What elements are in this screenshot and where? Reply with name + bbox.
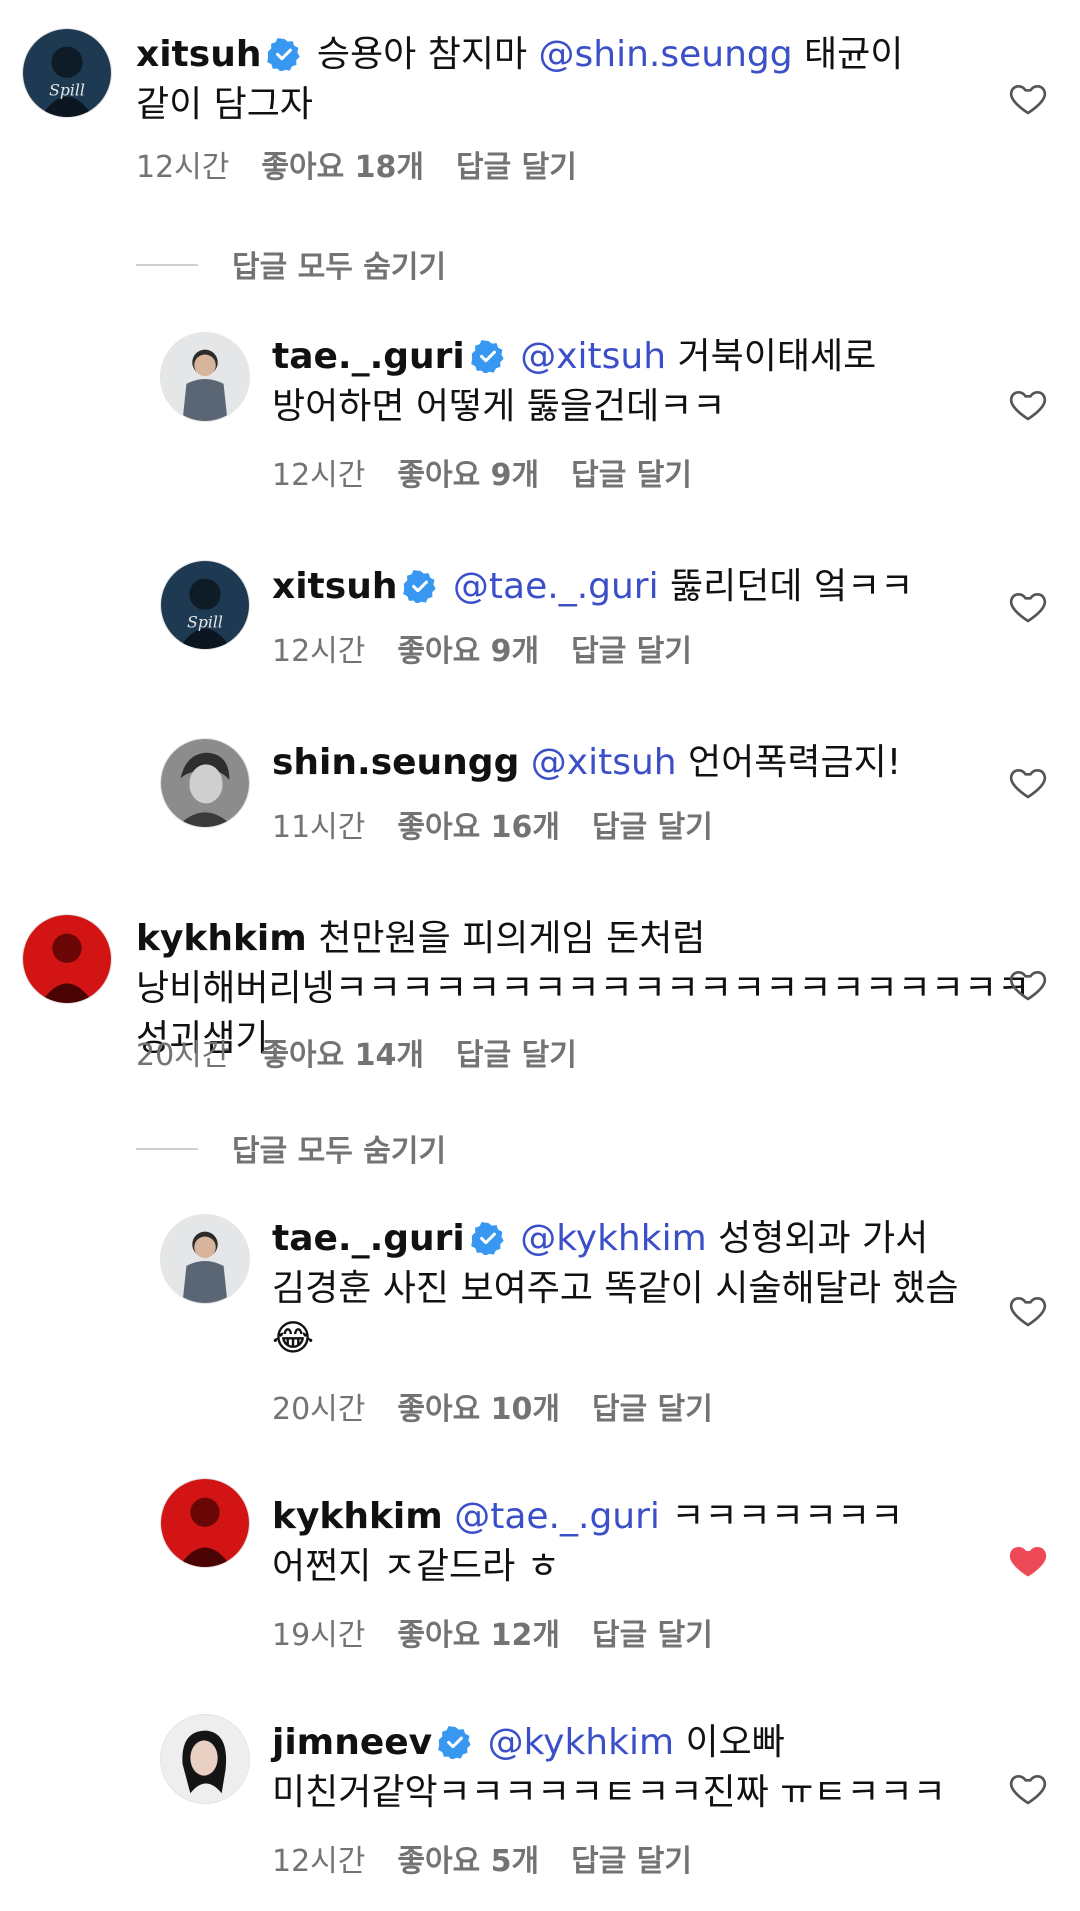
avatar-tae-guri[interactable] [160, 332, 250, 422]
timestamp: 12시간 [136, 150, 230, 185]
reply-button[interactable]: 답글 달기 [456, 1038, 577, 1073]
avatar-image [161, 739, 249, 827]
like-count[interactable]: 좋아요 5개 [397, 1844, 539, 1879]
mention-link[interactable]: @shin.seungg [539, 34, 793, 75]
emoji-laughing-tears: 😂 [272, 1318, 315, 1359]
like-heart-icon[interactable] [1008, 762, 1048, 802]
username[interactable]: jimneev [272, 1722, 432, 1763]
comment-body: xitsuh 승용아 참지마 @shin.seungg 태균이 같이 담그자 [136, 30, 936, 130]
reply-button[interactable]: 답글 달기 [592, 810, 713, 845]
avatar-logo-text: Spill [187, 612, 223, 631]
username[interactable]: tae._.guri [272, 1218, 465, 1259]
avatar-image [161, 333, 249, 421]
comment-meta: 12시간 좋아요 18개 답글 달기 [136, 142, 609, 186]
reply-button[interactable]: 답글 달기 [571, 458, 692, 493]
username[interactable]: kykhkim [136, 918, 307, 959]
reply-button[interactable]: 답글 달기 [571, 1844, 692, 1879]
divider [136, 264, 198, 266]
reply-button[interactable]: 답글 달기 [592, 1618, 713, 1653]
comment-body: tae._.guri @kykhkim 성형외과 가서 김경훈 사진 보여주고 … [272, 1214, 972, 1364]
mention-link[interactable]: @tae._.guri [454, 1496, 660, 1537]
timestamp: 12시간 [272, 634, 366, 669]
comment-body: xitsuh @tae._.guri 뚫리던데 엌ㅋㅋ [272, 562, 972, 612]
comment-text: 승용아 참지마 [316, 34, 539, 75]
reply-button[interactable]: 답글 달기 [456, 150, 577, 185]
verified-badge-icon [470, 337, 505, 375]
liked-heart-icon[interactable] [1008, 1540, 1048, 1580]
like-heart-icon[interactable] [1008, 964, 1048, 1004]
avatar-jimneev[interactable] [160, 1714, 250, 1804]
like-count[interactable]: 좋아요 9개 [397, 458, 539, 493]
username[interactable]: tae._.guri [272, 336, 465, 377]
like-heart-icon[interactable] [1008, 78, 1048, 118]
verified-badge-icon [267, 35, 301, 73]
comment-meta: 12시간 좋아요 9개 답글 달기 [272, 626, 724, 670]
avatar-xitsuh[interactable]: Spill [22, 28, 112, 118]
avatar-kykhkim[interactable] [160, 1478, 250, 1568]
comment-meta: 19시간 좋아요 12개 답글 달기 [272, 1610, 745, 1654]
avatar-image [161, 1215, 249, 1303]
timestamp: 20시간 [272, 1392, 366, 1427]
comment-meta: 20시간 좋아요 14개 답글 달기 [136, 1030, 609, 1074]
avatar-xitsuh[interactable]: Spill [160, 560, 250, 650]
like-count[interactable]: 좋아요 9개 [397, 634, 539, 669]
comment-text: 언어폭력금지! [676, 742, 902, 783]
avatar-image: Spill [23, 29, 111, 117]
mention-link[interactable]: @xitsuh [531, 742, 677, 783]
comment-text: 뚫리던데 엌ㅋㅋ [658, 566, 914, 607]
avatar-image: Spill [161, 561, 249, 649]
hide-replies-label[interactable]: 답글 모두 숨기기 [232, 242, 446, 286]
hide-replies-label[interactable]: 답글 모두 숨기기 [232, 1126, 446, 1170]
avatar-image [161, 1479, 249, 1567]
comment-body: shin.seungg @xitsuh 언어폭력금지! [272, 738, 972, 788]
comment-body: tae._.guri @xitsuh 거북이태세로 방어하면 어떻게 뚫을건데ㅋ… [272, 332, 972, 432]
reply-button[interactable]: 답글 달기 [592, 1392, 713, 1427]
comment-meta: 20시간 좋아요 10개 답글 달기 [272, 1384, 745, 1428]
avatar-image [161, 1715, 249, 1803]
username[interactable]: kykhkim [272, 1496, 443, 1537]
timestamp: 20시간 [136, 1038, 230, 1073]
username[interactable]: shin.seungg [272, 742, 519, 783]
timestamp: 12시간 [272, 1844, 366, 1879]
like-heart-icon[interactable] [1008, 1768, 1048, 1808]
like-heart-icon[interactable] [1008, 586, 1048, 626]
like-heart-icon[interactable] [1008, 384, 1048, 424]
divider [136, 1148, 198, 1150]
verified-badge-icon [438, 1723, 472, 1761]
mention-link[interactable]: @xitsuh [520, 336, 666, 377]
timestamp: 19시간 [272, 1618, 366, 1653]
timestamp: 11시간 [272, 810, 366, 845]
like-count[interactable]: 좋아요 10개 [397, 1392, 560, 1427]
reply-button[interactable]: 답글 달기 [571, 634, 692, 669]
like-heart-icon[interactable] [1008, 1290, 1048, 1330]
comment-meta: 12시간 좋아요 9개 답글 달기 [272, 450, 724, 494]
comment-body: kykhkim @tae._.guri ㅋㅋㅋㅋㅋㅋㅋ 어쩐지 ㅈ같드라 ㅎ [272, 1492, 972, 1592]
avatar-kykhkim[interactable] [22, 914, 112, 1004]
avatar-shin-seungg[interactable] [160, 738, 250, 828]
username[interactable]: xitsuh [272, 566, 397, 607]
avatar-logo-text: Spill [49, 80, 85, 99]
like-count[interactable]: 좋아요 12개 [397, 1618, 560, 1653]
verified-badge-icon [470, 1219, 505, 1257]
like-count[interactable]: 좋아요 16개 [397, 810, 560, 845]
comment-body: jimneev @kykhkim 이오빠 미친거같악ㅋㅋㅋㅋㅋㅌㅋㅋ진짜 ㅠㅌㅋ… [272, 1718, 972, 1818]
mention-link[interactable]: @tae._.guri [453, 566, 659, 607]
avatar-tae-guri[interactable] [160, 1214, 250, 1304]
comment-meta: 11시간 좋아요 16개 답글 달기 [272, 802, 745, 846]
avatar-image [23, 915, 111, 1003]
username[interactable]: xitsuh [136, 34, 261, 75]
mention-link[interactable]: @kykhkim [488, 1722, 674, 1763]
comment-meta: 12시간 좋아요 5개 답글 달기 [272, 1836, 724, 1880]
timestamp: 12시간 [272, 458, 366, 493]
verified-badge-icon [403, 567, 437, 605]
mention-link[interactable]: @kykhkim [520, 1218, 706, 1259]
like-count[interactable]: 좋아요 18개 [261, 150, 424, 185]
like-count[interactable]: 좋아요 14개 [261, 1038, 424, 1073]
